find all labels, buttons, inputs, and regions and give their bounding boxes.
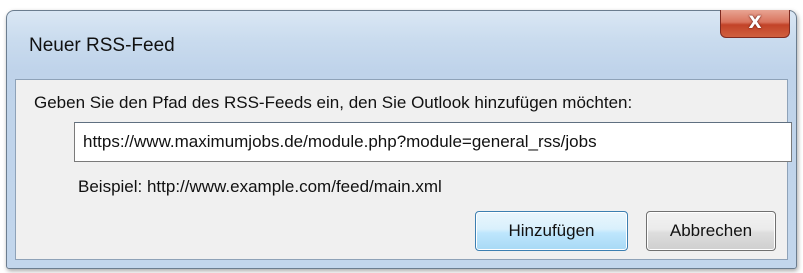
rss-feed-dialog: Neuer RSS-Feed X Geben Sie den Pfad des …: [6, 10, 797, 269]
add-button[interactable]: Hinzufügen: [475, 211, 628, 251]
example-hint: Beispiel: http://www.example.com/feed/ma…: [78, 177, 442, 196]
dialog-title: Neuer RSS-Feed: [29, 35, 175, 56]
cancel-button[interactable]: Abbrechen: [646, 211, 776, 251]
close-icon: X: [748, 13, 762, 33]
dialog-body: Geben Sie den Pfad des RSS-Feeds ein, de…: [15, 79, 792, 260]
prompt-label: Geben Sie den Pfad des RSS-Feeds ein, de…: [34, 93, 633, 112]
close-button[interactable]: X: [720, 10, 790, 38]
feed-url-input[interactable]: [74, 122, 792, 162]
title-bar[interactable]: Neuer RSS-Feed X: [7, 10, 796, 71]
